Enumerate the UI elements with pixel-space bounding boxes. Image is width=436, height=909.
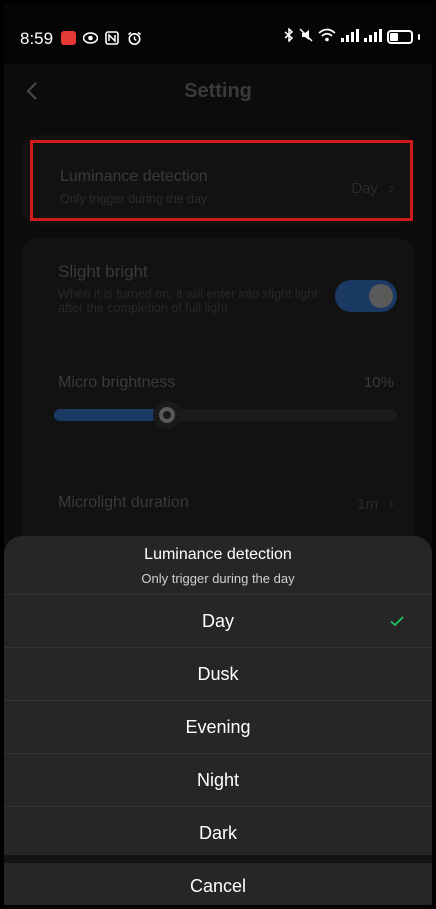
option-label: Day [201, 610, 234, 631]
bluetooth-icon [284, 27, 294, 45]
option-dusk[interactable]: Dusk [4, 647, 432, 700]
slight-bright-toggle[interactable] [335, 280, 397, 312]
page-title: Setting [184, 80, 252, 102]
cancel-button[interactable]: Cancel [4, 863, 432, 905]
luminance-detection-title: Luminance detection [60, 168, 208, 185]
sheet-subtitle: Only trigger during the day [141, 571, 295, 586]
option-label: Dusk [197, 663, 239, 684]
option-day[interactable]: Day [4, 594, 432, 647]
micro-brightness-value: 10% [363, 374, 394, 391]
micro-brightness-title: Micro brightness [58, 374, 176, 391]
option-dark[interactable]: Dark [4, 806, 432, 859]
sheet-divider [4, 855, 432, 863]
status-time: 8:59 [20, 29, 54, 48]
alarm-icon [126, 30, 142, 46]
option-label: Dark [198, 822, 237, 843]
option-night[interactable]: Night [4, 753, 432, 806]
microlight-duration-value: 1m [357, 496, 378, 513]
chevron-right-icon: › [389, 180, 394, 197]
option-label: Evening [185, 716, 251, 737]
chevron-right-icon: › [389, 495, 394, 512]
slider-thumb[interactable] [153, 401, 182, 429]
slider-fill [54, 409, 168, 421]
cancel-label: Cancel [189, 875, 247, 896]
micro-brightness-slider[interactable] [54, 401, 397, 429]
sheet-title: Luminance detection [144, 546, 292, 563]
check-icon [388, 612, 406, 630]
status-icons-left [61, 30, 142, 46]
wifi-icon [318, 28, 336, 45]
toggle-knob [369, 284, 393, 308]
battery-icon [387, 29, 413, 44]
luminance-detection-value: Day [351, 180, 378, 197]
option-label: Night [196, 769, 240, 790]
signal-icon [364, 28, 382, 45]
option-evening[interactable]: Evening [4, 700, 432, 753]
mute-icon [299, 28, 313, 45]
status-icons-right [284, 27, 420, 45]
header: Setting [4, 64, 432, 120]
app-screen: 8:59 Setting Luminance detection Only tr… [4, 4, 432, 905]
luminance-detection-subtitle: Only trigger during the day [60, 192, 208, 206]
battery-tip [418, 33, 420, 40]
microlight-duration-title: Microlight duration [58, 494, 189, 511]
slight-bright-title: Slight bright [58, 262, 148, 281]
slight-bright-description: When it is turned on, it will enter into… [58, 287, 318, 315]
nfc-icon [104, 30, 120, 46]
record-icon [61, 31, 76, 45]
eye-icon [82, 30, 98, 46]
status-bar: 8:59 [4, 4, 432, 64]
signal-icon [341, 28, 359, 45]
